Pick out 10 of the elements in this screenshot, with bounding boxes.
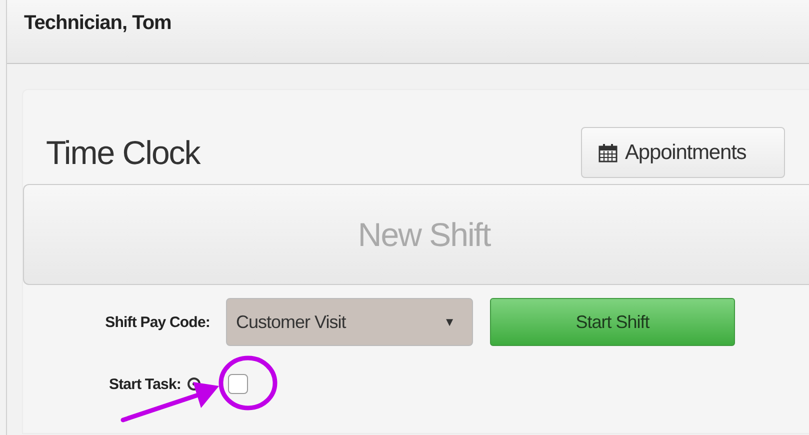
field-label: Start Task: (108, 376, 181, 392)
calendar-icon (598, 142, 618, 162)
pay-code-dropdown[interactable]: Customer Visit ▼ (226, 298, 473, 346)
start-shift-button[interactable]: Start Shift (490, 298, 735, 346)
field-label: Shift Pay Code: (104, 314, 210, 330)
appointments-button[interactable]: Appointments (581, 127, 785, 178)
user-name: Technician, Tom (24, 12, 172, 35)
page-title: Time Clock (46, 134, 200, 172)
start-task-checkbox[interactable] (228, 374, 248, 394)
shift-status: New Shift (358, 216, 490, 254)
